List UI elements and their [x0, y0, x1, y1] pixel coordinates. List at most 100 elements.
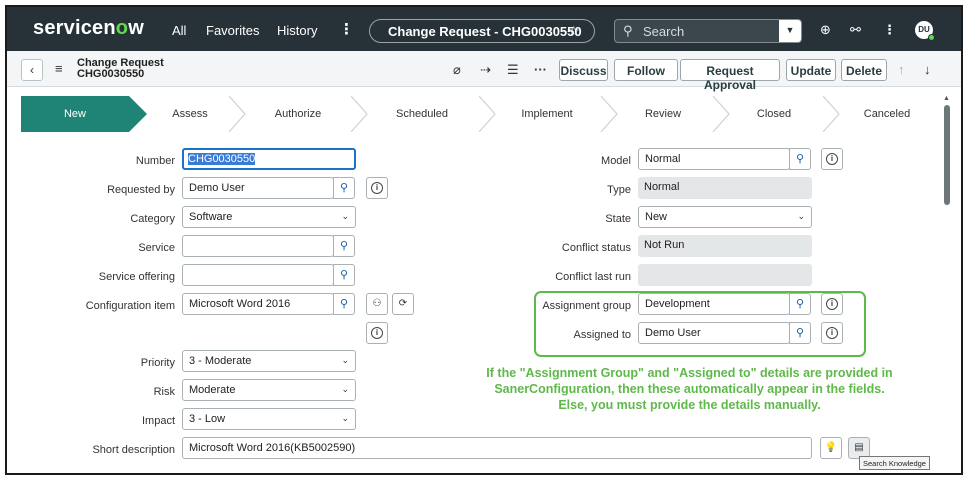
stage-separator [600, 96, 618, 132]
highlight-box [534, 291, 866, 357]
star-icon[interactable]: ☆ [567, 23, 580, 40]
chat-icon[interactable]: ⚯ [850, 22, 861, 38]
more-options-icon[interactable]: ··· [534, 62, 547, 77]
requested-by-label: Requested by [107, 184, 175, 196]
service-field[interactable] [182, 235, 334, 257]
record-header: ‹ ≡ Change Request CHG0030550 ⌀ ⇢ ☰ ··· … [7, 51, 961, 92]
stage-separator [478, 96, 496, 132]
stage-closed[interactable]: Closed [721, 96, 827, 132]
short-description-field[interactable]: Microsoft Word 2016(KB5002590) [182, 437, 812, 459]
conflict-status-label: Conflict status [561, 242, 631, 254]
follow-button[interactable]: Follow [614, 59, 678, 81]
record-title: Change Request CHG0030550 [77, 57, 164, 80]
global-search-input[interactable]: ⚲ Search ▼ [614, 19, 802, 43]
service-label: Service [138, 242, 175, 254]
stage-assess[interactable]: Assess [147, 96, 233, 132]
chevron-down-icon: ⌄ [341, 413, 349, 423]
stage-implement[interactable]: Implement [497, 96, 597, 132]
stage-separator [350, 96, 368, 132]
stage-separator [822, 96, 840, 132]
state-label: State [605, 213, 631, 225]
chevron-down-icon: ⌄ [341, 355, 349, 365]
search-knowledge-tooltip: Search Knowledge [859, 456, 930, 470]
priority-select[interactable]: 3 - Moderate ⌄ [182, 350, 356, 372]
stage-authorize[interactable]: Authorize [253, 96, 343, 132]
context-pill-label: Change Request - CHG0030550 [388, 24, 582, 39]
stage-scheduled[interactable]: Scheduled [361, 96, 483, 132]
number-label: Number [135, 155, 175, 167]
arrow-down-icon[interactable]: ↓ [924, 62, 931, 77]
requested-by-lookup-search-icon[interactable]: ⚲ [333, 177, 355, 199]
screenshot-frame: servicenow All Favorites History ⋮ Chang… [5, 5, 963, 475]
stage-separator [712, 96, 730, 132]
category-select[interactable]: Software ⌄ [182, 206, 356, 228]
attachment-icon[interactable]: ⌀ [453, 62, 461, 78]
impact-label: Impact [141, 415, 175, 427]
user-avatar[interactable]: DU [915, 21, 935, 41]
category-label: Category [130, 213, 175, 225]
model-field[interactable]: Normal [638, 148, 790, 170]
priority-label: Priority [140, 357, 175, 369]
risk-label: Risk [153, 386, 175, 398]
chevron-down-icon: ⌄ [341, 211, 349, 221]
risk-select[interactable]: Moderate ⌄ [182, 379, 356, 401]
model-lookup-search-icon[interactable]: ⚲ [789, 148, 811, 170]
delete-button[interactable]: Delete [841, 59, 887, 81]
state-select[interactable]: New ⌄ [638, 206, 812, 228]
number-field[interactable]: CHG0030550 [182, 148, 356, 170]
activity-icon[interactable]: ⇢ [480, 62, 491, 78]
search-icon: ⚲ [623, 23, 633, 38]
discuss-button[interactable]: Discuss [559, 59, 608, 81]
status-dot [928, 34, 935, 41]
type-label: Type [607, 184, 631, 196]
context-pill[interactable]: Change Request - CHG0030550 ☆ [369, 19, 595, 43]
nav-favorites[interactable]: Favorites [206, 23, 259, 38]
stage-flow: New Assess Authorize Scheduled Implement… [21, 96, 941, 132]
impact-select[interactable]: 3 - Low ⌄ [182, 408, 356, 430]
personalize-icon[interactable]: ☰ [507, 62, 519, 78]
scroll-up-icon[interactable]: ▲ [943, 95, 950, 102]
configuration-item-info-icon[interactable]: i [366, 322, 388, 344]
back-button[interactable]: ‹ [21, 59, 43, 81]
chevron-down-icon: ⌄ [797, 211, 805, 221]
requested-by-info-icon[interactable]: i [366, 177, 388, 199]
scrollbar-thumb[interactable] [944, 105, 950, 205]
short-description-label: Short description [92, 444, 175, 456]
service-offering-label: Service offering [98, 271, 175, 283]
lightbulb-icon[interactable]: 💡 [820, 437, 842, 459]
type-field: Normal [638, 177, 812, 199]
service-offering-lookup-search-icon[interactable]: ⚲ [333, 264, 355, 286]
chevron-down-icon: ⌄ [341, 384, 349, 394]
search-placeholder: Search [643, 24, 685, 39]
settings-menu-icon[interactable]: ⋮ [883, 22, 896, 38]
configuration-item-field[interactable]: Microsoft Word 2016 [182, 293, 334, 315]
model-info-icon[interactable]: i [821, 148, 843, 170]
stage-new[interactable]: New [21, 96, 147, 132]
conflict-status-field: Not Run [638, 235, 812, 257]
more-menu-icon[interactable]: ⋮ [339, 20, 354, 38]
vertical-scrollbar[interactable]: ▲ [941, 95, 953, 473]
request-approval-button[interactable]: Request Approval [680, 59, 780, 92]
stage-review[interactable]: Review [617, 96, 709, 132]
nav-history[interactable]: History [277, 23, 317, 38]
nav-all[interactable]: All [172, 23, 186, 38]
servicenow-logo[interactable]: servicenow [33, 17, 144, 40]
stage-separator [228, 96, 246, 132]
configuration-item-label: Configuration item [85, 300, 175, 312]
requested-by-field[interactable]: Demo User [182, 177, 334, 199]
update-button[interactable]: Update [786, 59, 836, 81]
arrow-up-icon[interactable]: ↑ [898, 62, 905, 77]
annotation-note: If the "Assignment Group" and "Assigned … [486, 366, 893, 412]
conflict-last-run-field [638, 264, 812, 286]
top-navigation-bar: servicenow All Favorites History ⋮ Chang… [7, 7, 961, 51]
refresh-impacted-icon[interactable]: ⟳ [392, 293, 414, 315]
service-offering-field[interactable] [182, 264, 334, 286]
service-lookup-search-icon[interactable]: ⚲ [333, 235, 355, 257]
search-scope-dropdown-icon[interactable]: ▼ [779, 20, 801, 42]
conflict-last-run-label: Conflict last run [555, 271, 631, 283]
stage-canceled[interactable]: Canceled [837, 96, 937, 132]
globe-icon[interactable]: ⊕ [820, 22, 831, 38]
hamburger-menu-icon[interactable]: ≡ [55, 61, 63, 76]
dependency-map-icon[interactable]: ⚇ [366, 293, 388, 315]
configuration-item-lookup-search-icon[interactable]: ⚲ [333, 293, 355, 315]
